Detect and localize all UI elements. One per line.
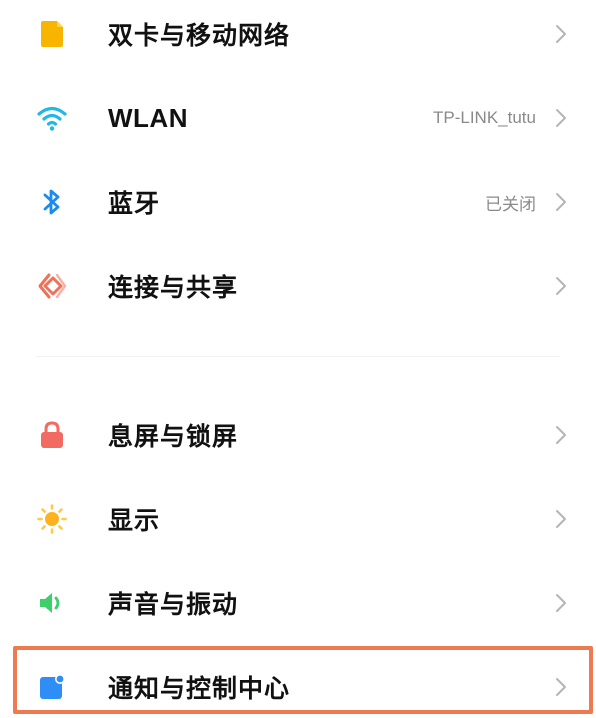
speaker-icon	[36, 587, 68, 619]
wlan-network-name: TP-LINK_tutu	[433, 108, 536, 127]
settings-row-lock-screen[interactable]: 息屏与锁屏	[0, 393, 596, 477]
sim-card-icon	[36, 18, 68, 50]
chevron-right-icon	[556, 678, 566, 696]
settings-row-label: WLAN	[108, 102, 188, 133]
chevron-right-icon	[556, 277, 566, 295]
chevron-right-icon	[556, 109, 566, 127]
wifi-icon	[36, 102, 68, 134]
settings-row-label: 连接与共享	[108, 273, 239, 302]
settings-row-connection-share[interactable]: 连接与共享	[0, 244, 596, 328]
bluetooth-icon	[36, 186, 68, 218]
bluetooth-status: 已关闭	[485, 194, 536, 214]
chevron-right-icon	[556, 510, 566, 528]
settings-row-label: 蓝牙	[108, 189, 161, 218]
settings-row-sim[interactable]: 双卡与移动网络	[0, 0, 596, 76]
settings-row-label: 通知与控制中心	[108, 674, 291, 703]
connection-share-icon	[36, 270, 68, 302]
settings-row-label: 声音与振动	[108, 590, 239, 619]
notification-icon	[36, 671, 68, 703]
settings-row-label: 显示	[108, 506, 161, 535]
settings-row-bluetooth[interactable]: 蓝牙 已关闭	[0, 160, 596, 244]
settings-screen: 双卡与移动网络 WLAN TP-LINK_tutu 蓝牙 已关闭 连接与共享 息…	[0, 0, 596, 718]
settings-row-notification-control-center[interactable]: 通知与控制中心	[0, 645, 596, 718]
lock-icon	[36, 419, 68, 451]
settings-row-label: 双卡与移动网络	[108, 21, 291, 50]
chevron-right-icon	[556, 25, 566, 43]
settings-row-wlan[interactable]: WLAN TP-LINK_tutu	[0, 76, 596, 160]
chevron-right-icon	[556, 594, 566, 612]
chevron-right-icon	[556, 193, 566, 211]
settings-row-display[interactable]: 显示	[0, 477, 596, 561]
settings-row-label: 息屏与锁屏	[108, 422, 239, 451]
section-divider	[36, 356, 560, 357]
sun-icon	[36, 503, 68, 535]
chevron-right-icon	[556, 426, 566, 444]
settings-row-sound[interactable]: 声音与振动	[0, 561, 596, 645]
